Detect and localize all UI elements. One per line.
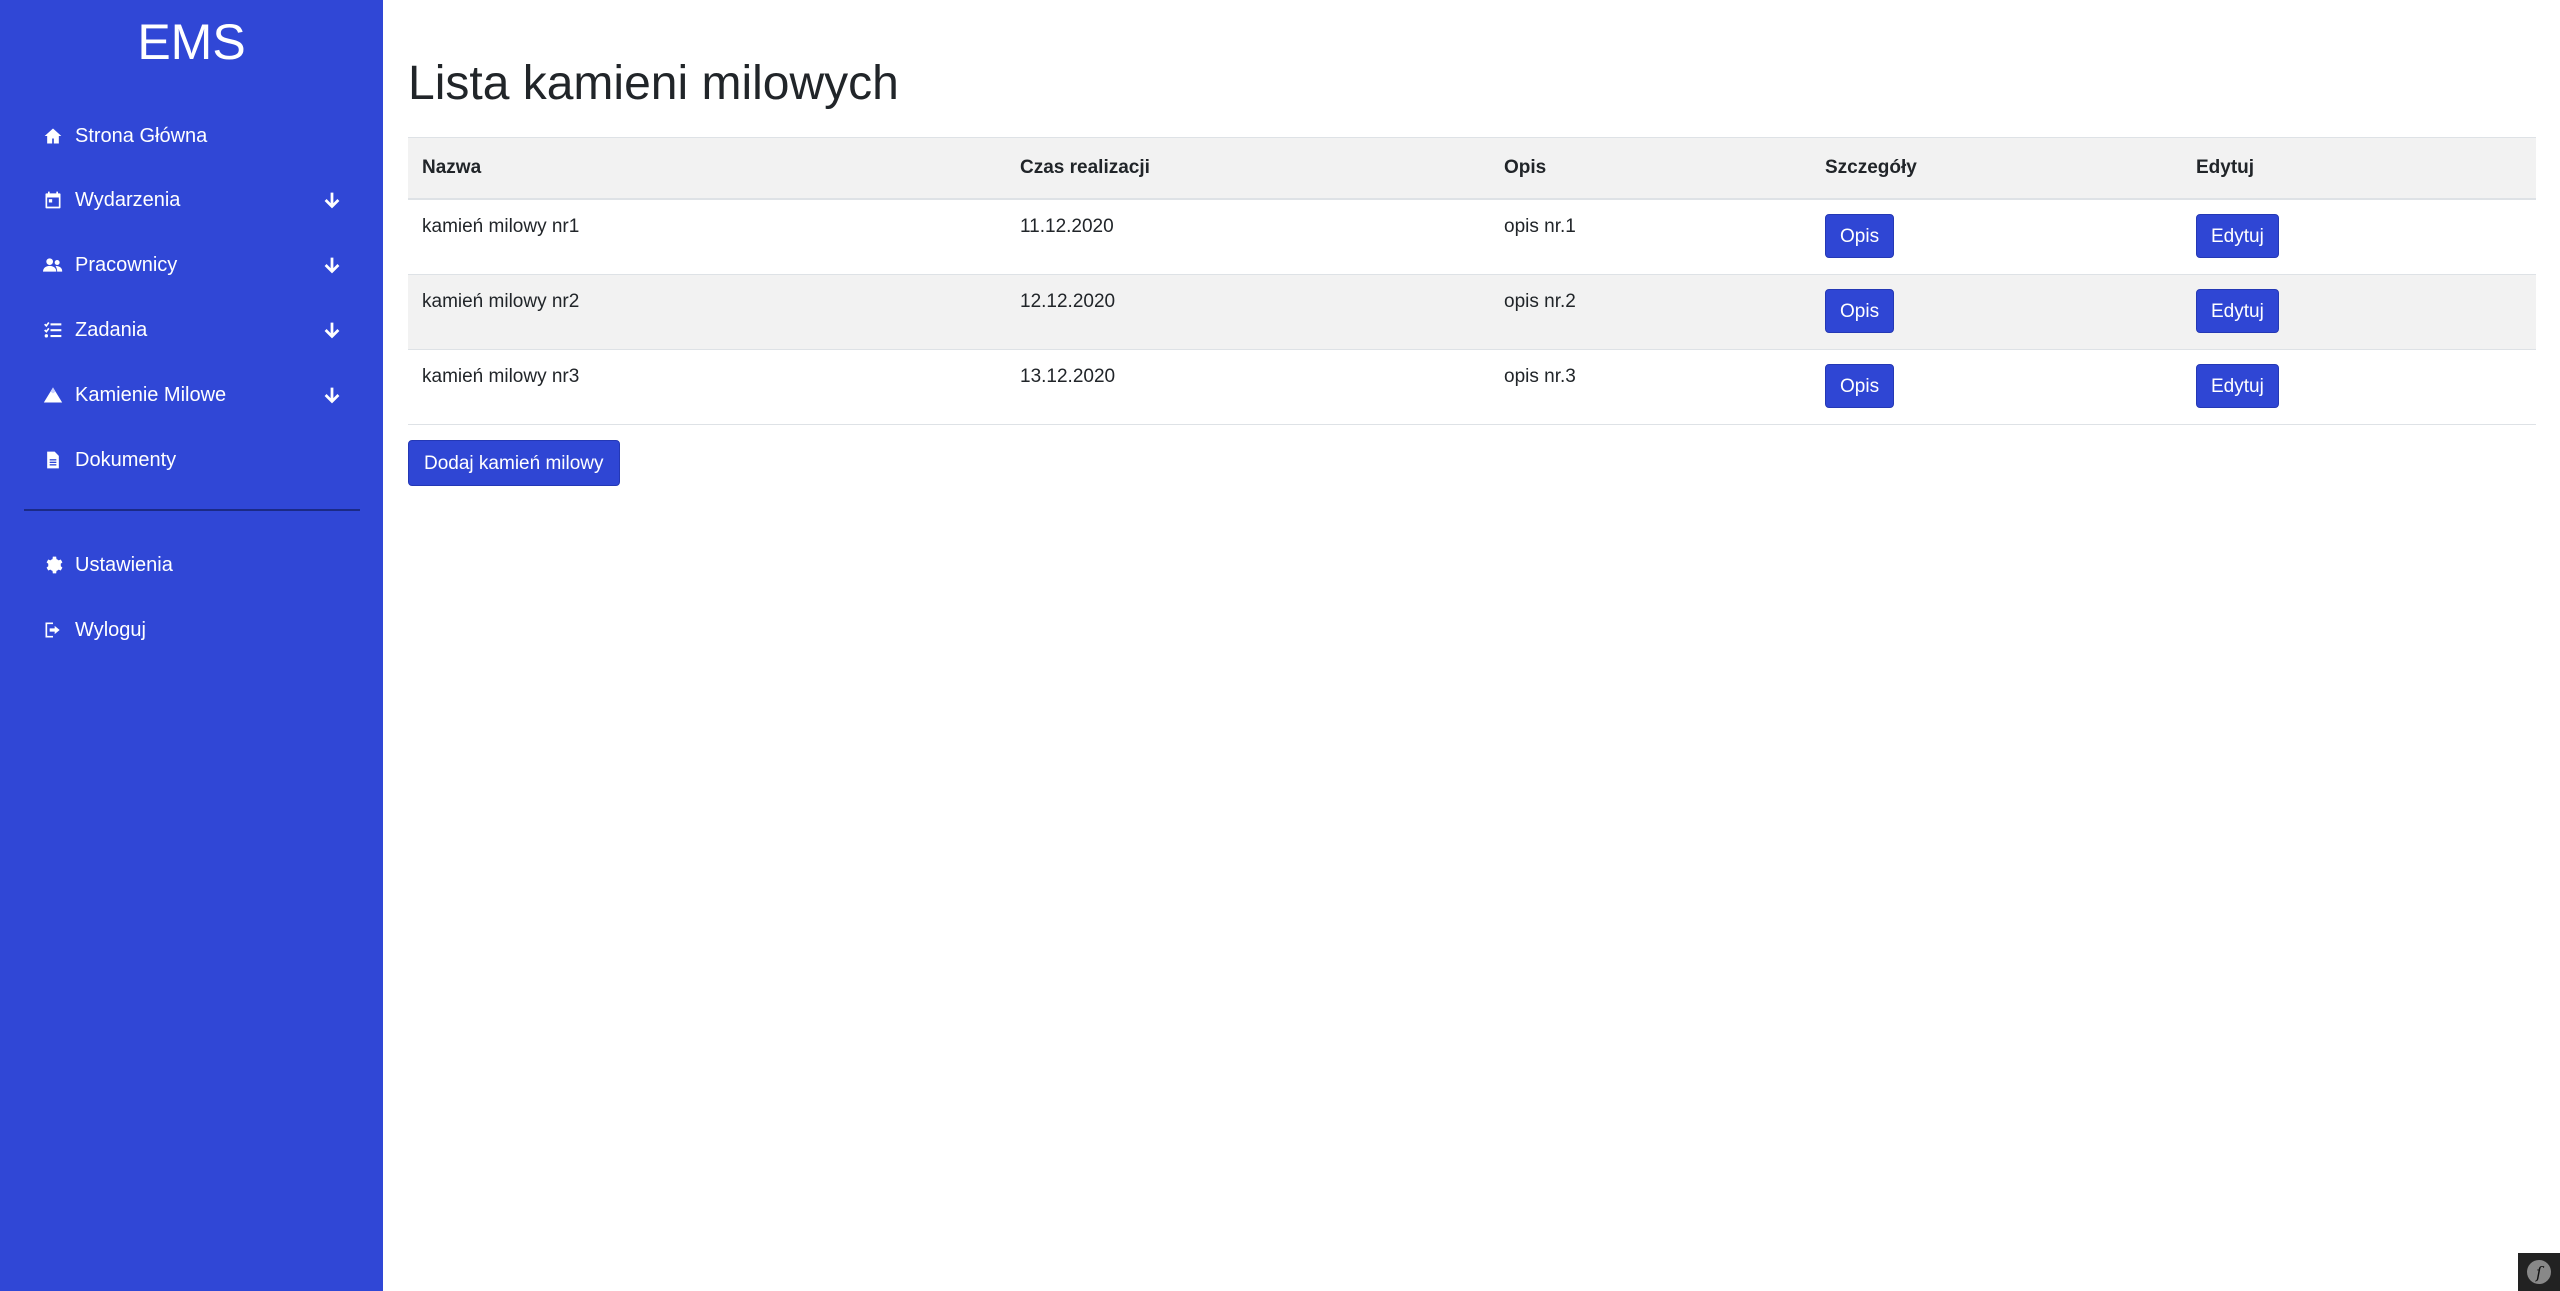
- sidebar-item-label: Ustawienia: [75, 553, 173, 576]
- edit-button[interactable]: Edytuj: [2196, 364, 2279, 408]
- cell-details: Opis: [1811, 349, 2182, 425]
- sidebar-item-label: Pracownicy: [75, 253, 178, 276]
- details-button[interactable]: Opis: [1825, 214, 1895, 258]
- cell-date: 13.12.2020: [1006, 349, 1490, 425]
- debug-toolbar-toggle[interactable]: ſ: [2518, 1253, 2560, 1291]
- cell-description: opis nr.2: [1490, 274, 1811, 350]
- sidebar-item-label: Zadania: [75, 318, 148, 341]
- home-icon: [40, 123, 66, 149]
- sidebar-item-home[interactable]: Strona Główna: [24, 112, 344, 160]
- sidebar-item-events[interactable]: Wydarzenia: [24, 176, 344, 224]
- cell-details: Opis: [1811, 199, 2182, 275]
- sidebar-item-label: Wyloguj: [75, 618, 146, 641]
- cell-description: opis nr.3: [1490, 349, 1811, 425]
- cell-name: kamień milowy nr2: [408, 274, 1006, 350]
- cell-edit: Edytuj: [2182, 349, 2536, 425]
- arrow-down-icon[interactable]: [320, 318, 344, 342]
- table-row: kamień milowy nr1 11.12.2020 opis nr.1 O…: [408, 199, 2536, 275]
- sidebar: EMS Strona Główna Wydarzenia Pracownicy …: [0, 0, 383, 1291]
- sidebar-item-employees[interactable]: Pracownicy: [24, 241, 344, 289]
- cell-details: Opis: [1811, 274, 2182, 350]
- milestones-table: Nazwa Czas realizacji Opis Szczegóły Edy…: [408, 137, 2536, 425]
- cell-description: opis nr.1: [1490, 199, 1811, 275]
- sidebar-item-label: Wydarzenia: [75, 188, 181, 211]
- cell-edit: Edytuj: [2182, 274, 2536, 350]
- document-icon: [40, 447, 66, 473]
- sidebar-item-documents[interactable]: Dokumenty: [24, 436, 344, 484]
- cell-date: 12.12.2020: [1006, 274, 1490, 350]
- gear-icon: [40, 552, 66, 578]
- cell-name: kamień milowy nr3: [408, 349, 1006, 425]
- table-row: kamień milowy nr2 12.12.2020 opis nr.2 O…: [408, 274, 2536, 350]
- edit-button[interactable]: Edytuj: [2196, 289, 2279, 333]
- arrow-down-icon[interactable]: [320, 188, 344, 212]
- add-milestone-button[interactable]: Dodaj kamień milowy: [408, 440, 620, 486]
- sidebar-divider: [24, 509, 360, 511]
- column-header-name[interactable]: Nazwa: [408, 137, 1006, 200]
- cell-edit: Edytuj: [2182, 199, 2536, 275]
- sidebar-item-settings[interactable]: Ustawienia: [24, 541, 344, 589]
- column-header-date[interactable]: Czas realizacji: [1006, 137, 1490, 200]
- cell-name: kamień milowy nr1: [408, 199, 1006, 275]
- tasks-icon: [40, 317, 66, 343]
- arrow-down-icon[interactable]: [320, 383, 344, 407]
- details-button[interactable]: Opis: [1825, 364, 1895, 408]
- column-header-edit[interactable]: Edytuj: [2182, 137, 2536, 200]
- sidebar-item-milestones[interactable]: Kamienie Milowe: [24, 371, 344, 419]
- sidebar-item-label: Strona Główna: [75, 124, 208, 147]
- sidebar-item-label: Dokumenty: [75, 448, 177, 471]
- app-brand[interactable]: EMS: [0, 10, 383, 74]
- column-header-details[interactable]: Szczegóły: [1811, 137, 2182, 200]
- edit-button[interactable]: Edytuj: [2196, 214, 2279, 258]
- page-title: Lista kamieni milowych: [408, 57, 899, 110]
- table-header-row: Nazwa Czas realizacji Opis Szczegóły Edy…: [408, 137, 2536, 200]
- arrow-down-icon[interactable]: [320, 253, 344, 277]
- calendar-icon: [40, 187, 66, 213]
- sidebar-item-tasks[interactable]: Zadania: [24, 306, 344, 354]
- sidebar-item-label: Kamienie Milowe: [75, 383, 227, 406]
- sidebar-item-logout[interactable]: Wyloguj: [24, 606, 344, 654]
- symfony-logo-icon: ſ: [2527, 1260, 2551, 1284]
- table-row: kamień milowy nr3 13.12.2020 opis nr.3 O…: [408, 349, 2536, 425]
- column-header-description[interactable]: Opis: [1490, 137, 1811, 200]
- details-button[interactable]: Opis: [1825, 289, 1895, 333]
- logout-icon: [40, 617, 66, 643]
- mountain-icon: [40, 382, 66, 408]
- cell-date: 11.12.2020: [1006, 199, 1490, 275]
- users-icon: [40, 252, 66, 278]
